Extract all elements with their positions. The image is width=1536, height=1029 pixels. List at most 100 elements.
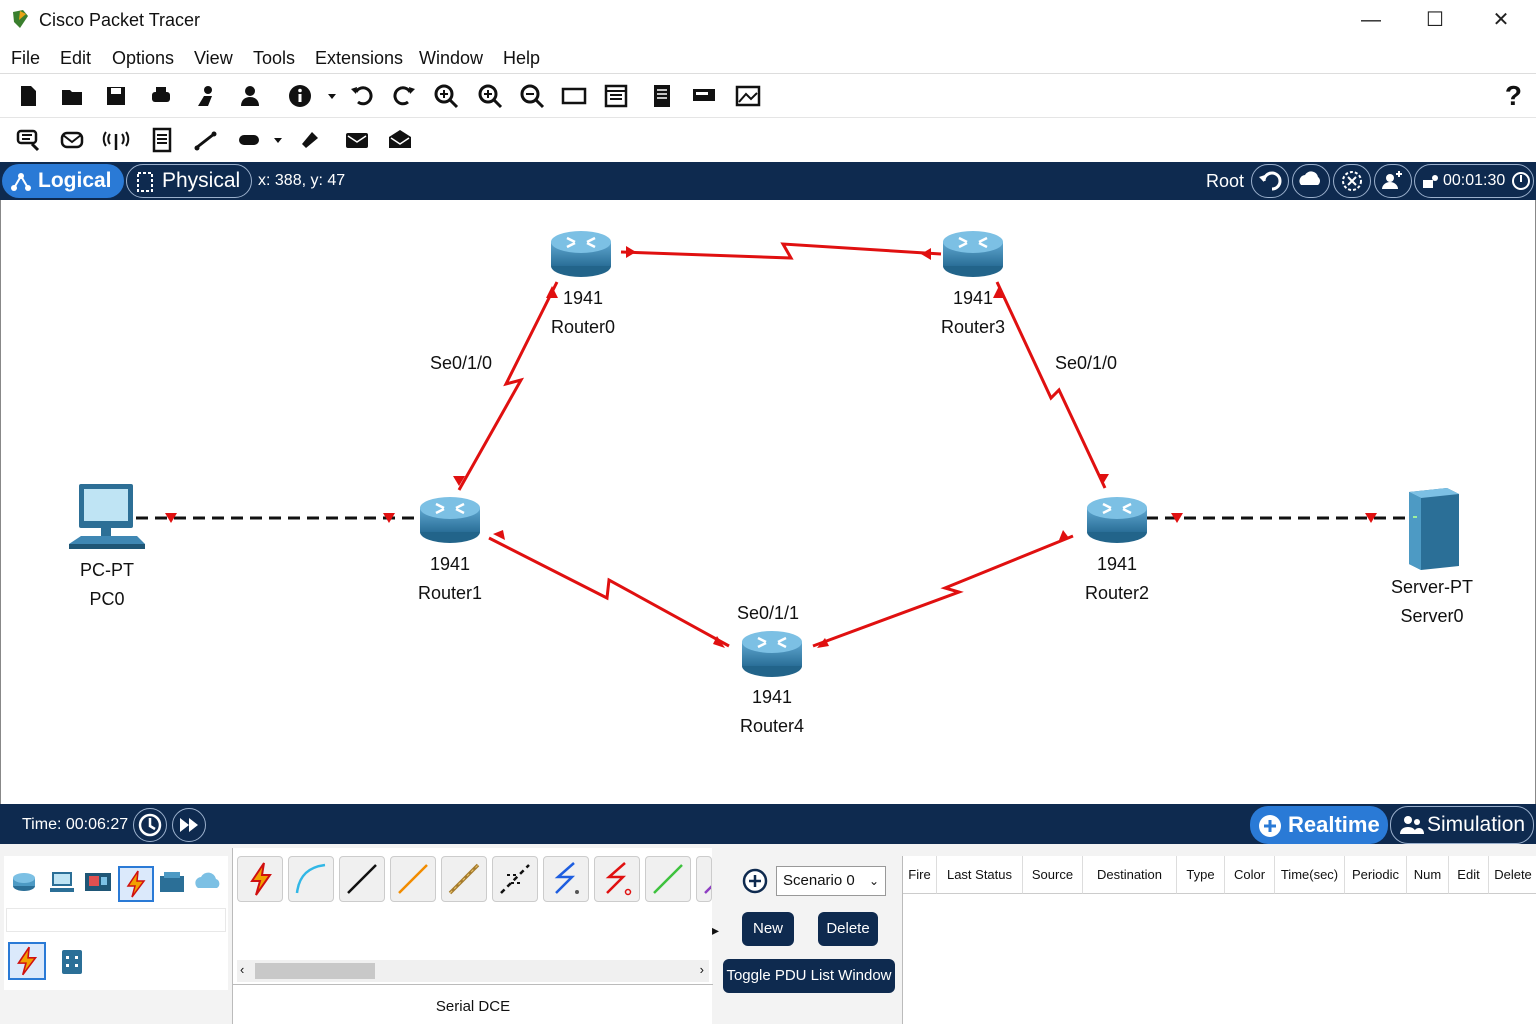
help-button[interactable]: ? xyxy=(1505,80,1522,112)
connections-subcategory-icon[interactable] xyxy=(8,942,46,980)
column-header[interactable]: Type xyxy=(1177,856,1225,894)
add-scenario-icon[interactable] xyxy=(742,868,768,894)
menu-edit[interactable]: Edit xyxy=(60,48,91,69)
complex-pdu-icon[interactable] xyxy=(384,124,416,156)
realtime-mode-button[interactable]: Realtime xyxy=(1250,806,1388,844)
fiber-cable-icon[interactable] xyxy=(441,856,487,902)
draw-line-icon[interactable] xyxy=(190,124,222,156)
logical-workspace-canvas[interactable]: PC-PT PC0 1941 Router1 1941 Router0 1941… xyxy=(0,200,1536,804)
notes-icon[interactable] xyxy=(646,80,678,112)
undo-icon[interactable] xyxy=(346,80,378,112)
column-header[interactable]: Num xyxy=(1407,856,1449,894)
user-profile-icon[interactable] xyxy=(234,80,266,112)
simulation-mode-button[interactable]: Simulation xyxy=(1390,806,1534,844)
tab-logical[interactable]: Logical xyxy=(2,164,124,198)
column-header[interactable]: Delete xyxy=(1489,856,1536,894)
structured-cabling-icon[interactable] xyxy=(56,946,88,978)
open-folder-icon[interactable] xyxy=(56,80,88,112)
router2-icon[interactable] xyxy=(1085,494,1149,546)
auto-connection-icon[interactable] xyxy=(237,856,283,902)
collapse-panel-icon[interactable]: ▸ xyxy=(712,922,719,939)
pc0-icon[interactable] xyxy=(67,482,147,556)
maximize-button[interactable]: ☐ xyxy=(1412,4,1458,36)
router3-icon[interactable] xyxy=(941,228,1005,280)
column-header[interactable]: Fire xyxy=(903,856,937,894)
timer-icon[interactable] xyxy=(1511,171,1531,191)
save-icon[interactable] xyxy=(100,80,132,112)
menu-help[interactable]: Help xyxy=(503,48,540,69)
wireless-icon[interactable] xyxy=(100,124,132,156)
cluster-icon[interactable] xyxy=(1292,164,1330,198)
copper-cross-over-icon[interactable] xyxy=(390,856,436,902)
octal-cable-icon[interactable] xyxy=(696,856,712,902)
console-cable-icon[interactable] xyxy=(288,856,334,902)
menu-window[interactable]: Window xyxy=(419,48,483,69)
delete-scenario-button[interactable]: Delete xyxy=(818,912,878,946)
tab-physical[interactable]: Physical xyxy=(126,164,252,198)
components-category-icon[interactable] xyxy=(82,866,114,898)
menu-view[interactable]: View xyxy=(194,48,233,69)
redo-icon[interactable] xyxy=(388,80,420,112)
shape-dropdown-icon[interactable] xyxy=(262,124,282,156)
end-devices-category-icon[interactable] xyxy=(46,866,78,898)
coaxial-cable-icon[interactable] xyxy=(543,856,589,902)
print-icon[interactable] xyxy=(145,80,177,112)
viewport-icon[interactable] xyxy=(1374,164,1412,198)
serial-dte-icon[interactable] xyxy=(645,856,691,902)
column-header[interactable]: Destination xyxy=(1083,856,1177,894)
new-scenario-button[interactable]: New xyxy=(742,912,794,946)
copper-straight-through-icon[interactable] xyxy=(339,856,385,902)
activity-wizard-icon[interactable] xyxy=(190,80,222,112)
menu-tools[interactable]: Tools xyxy=(253,48,295,69)
scroll-left-icon[interactable]: ‹ xyxy=(240,962,244,977)
logical-tab-icon xyxy=(11,173,31,191)
close-button[interactable]: ✕ xyxy=(1478,4,1524,36)
server0-icon[interactable] xyxy=(1403,486,1463,572)
cable-scrollbar-thumb[interactable] xyxy=(255,963,375,979)
zoom-out-icon[interactable] xyxy=(516,80,548,112)
connections-category-icon[interactable] xyxy=(118,866,154,902)
inspect-icon[interactable] xyxy=(12,124,44,156)
back-icon[interactable] xyxy=(1251,164,1289,198)
scenario-select[interactable]: Scenario 0 ⌄ xyxy=(776,866,886,896)
drawing-palette-icon[interactable] xyxy=(558,80,590,112)
column-header[interactable]: Time(sec) xyxy=(1275,856,1345,894)
custom-device-icon[interactable] xyxy=(600,80,632,112)
router0-icon[interactable] xyxy=(549,228,613,280)
simple-pdu-icon[interactable] xyxy=(56,124,88,156)
column-header[interactable]: Periodic xyxy=(1345,856,1407,894)
router4-icon[interactable] xyxy=(740,628,804,680)
interface-label-router3-router2: Se0/1/0 xyxy=(1055,353,1118,373)
new-file-icon[interactable] xyxy=(12,80,44,112)
info-dropdown-icon[interactable] xyxy=(316,80,336,112)
screenshot-icon[interactable] xyxy=(732,80,764,112)
router1-icon[interactable] xyxy=(418,494,482,546)
cable-scrollbar[interactable]: ‹ › xyxy=(237,960,709,982)
column-header[interactable]: Color xyxy=(1225,856,1275,894)
menu-options[interactable]: Options xyxy=(112,48,174,69)
network-devices-category-icon[interactable] xyxy=(10,866,42,898)
miscellaneous-category-icon[interactable] xyxy=(156,866,188,898)
menu-file[interactable]: File xyxy=(11,48,40,69)
zoom-reset-icon[interactable] xyxy=(474,80,506,112)
column-header[interactable]: Source xyxy=(1023,856,1083,894)
phone-cable-icon[interactable] xyxy=(492,856,538,902)
fast-forward-icon[interactable] xyxy=(172,808,206,842)
device-template-icon[interactable] xyxy=(688,80,720,112)
column-header[interactable]: Last Status xyxy=(937,856,1023,894)
toggle-pdu-list-button[interactable]: Toggle PDU List Window xyxy=(723,959,895,993)
info-icon[interactable] xyxy=(284,80,316,112)
simulation-users-icon xyxy=(1400,816,1424,834)
new-cluster-icon[interactable] xyxy=(1333,164,1371,198)
list-icon[interactable] xyxy=(146,124,178,156)
multiuser-category-icon[interactable] xyxy=(192,866,224,898)
zoom-in-icon[interactable] xyxy=(430,80,462,112)
menu-extensions[interactable]: Extensions xyxy=(315,48,403,69)
minimize-button[interactable]: — xyxy=(1348,4,1394,36)
column-header[interactable]: Edit xyxy=(1449,856,1489,894)
scroll-right-icon[interactable]: › xyxy=(700,962,704,977)
serial-dce-icon[interactable] xyxy=(594,856,640,902)
add-pdu-icon[interactable] xyxy=(341,124,373,156)
resize-tool-icon[interactable] xyxy=(294,124,326,156)
power-cycle-icon[interactable] xyxy=(133,808,167,842)
